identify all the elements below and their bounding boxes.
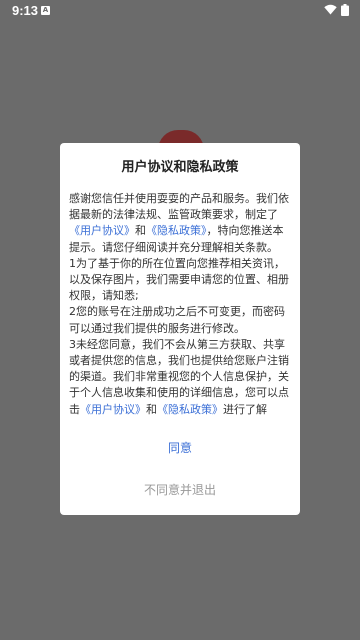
disagree-exit-button[interactable]: 不同意并退出 (60, 481, 300, 498)
item-3-text-end: 进行了解 (223, 402, 267, 416)
privacy-policy-link-2[interactable]: 《隐私政策》 (157, 403, 223, 416)
battery-icon (341, 4, 349, 16)
dialog-title: 用户协议和隐私政策 (121, 160, 239, 175)
dialog-body: 感谢您信任并使用耍耍的产品和服务。我们依据最新的法律法规、监管政策要求，制定了《… (69, 191, 293, 418)
status-time: 9:13 (12, 3, 39, 18)
user-agreement-link-2[interactable]: 《用户协议》 (80, 403, 146, 416)
screen: 9:13 A 用户协议和隐私政策 感谢您信任并使用耍耍的产品和服务。我们依据最新… (0, 0, 360, 640)
intro-paragraph: 感谢您信任并使用耍耍的产品和服务。我们依据最新的法律法规、监管政策要求，制定了《… (69, 191, 293, 256)
user-agreement-link[interactable]: 《用户协议》 (69, 224, 135, 237)
privacy-policy-link[interactable]: 《隐私政策》 (146, 224, 207, 237)
a-notification-icon: A (41, 6, 50, 15)
status-bar: 9:13 A (0, 0, 360, 24)
item-2: 2您的账号在注册成功之后不可变更，而密码可以通过我们提供的服务进行修改。 (69, 305, 285, 335)
and-text-2: 和 (146, 402, 157, 416)
item-3: 3未经您同意，我们不会从第三方获取、共享或者提供您的信息，我们也提供给您账户注销… (69, 337, 293, 418)
intro-text: 感谢您信任并使用耍耍的产品和服务。我们依据最新的法律法规、监管政策要求，制定了 (69, 192, 289, 222)
wifi-icon (324, 4, 337, 15)
privacy-dialog: 用户协议和隐私政策 感谢您信任并使用耍耍的产品和服务。我们依据最新的法律法规、监… (60, 143, 300, 515)
item-1: 1为了基于你的所在位置向您推荐相关资讯，以及保存图片，我们需要申请您的位置、相册… (69, 256, 289, 303)
agree-button[interactable]: 同意 (60, 439, 300, 456)
and-text: 和 (135, 224, 146, 238)
